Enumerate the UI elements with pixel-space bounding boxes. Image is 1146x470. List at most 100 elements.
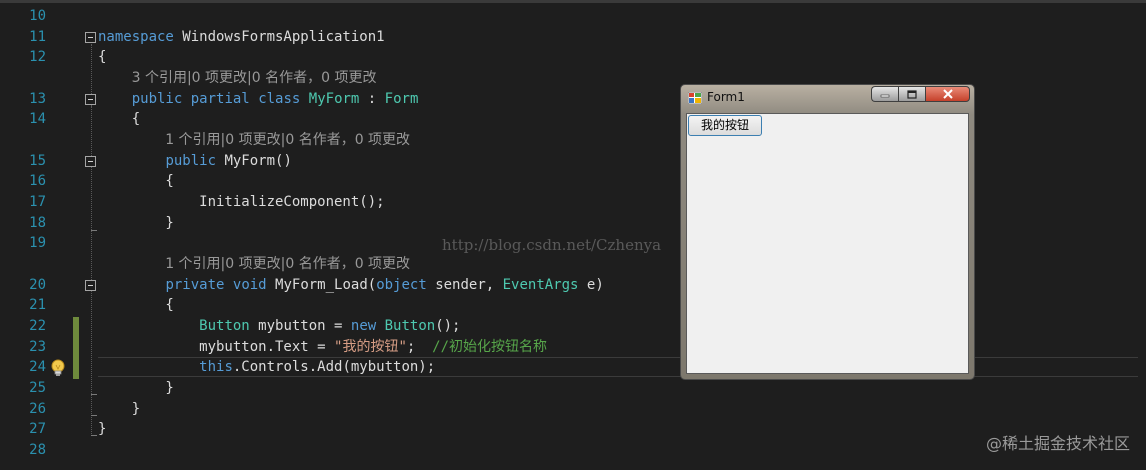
line-number: 16	[29, 173, 46, 190]
line-number: 27	[29, 421, 46, 438]
code-token: {	[98, 173, 174, 190]
minimize-button[interactable]	[871, 86, 898, 102]
code-token: e)	[578, 276, 604, 293]
codelens-info[interactable]: 1 个引用|0 项更改|0 名作者，0 项更改	[165, 254, 410, 274]
code-text[interactable]: {	[98, 171, 174, 191]
code-token: partial	[190, 90, 250, 107]
code-line: 26 }	[0, 399, 1146, 419]
code-token: {	[98, 297, 174, 314]
code-text[interactable]: mybutton.Text = "我的按钮"; //初始化按钮名称	[98, 337, 547, 357]
code-token: class	[258, 90, 301, 107]
code-text[interactable]: {	[98, 47, 106, 67]
code-token: public	[165, 152, 217, 169]
code-token: "我的按钮"	[334, 338, 407, 355]
minimize-icon	[880, 94, 890, 98]
code-line: 10	[0, 6, 1146, 26]
code-text[interactable]: }	[98, 419, 106, 439]
code-token: MyForm()	[216, 152, 292, 169]
line-number: 28	[29, 442, 46, 459]
close-icon	[942, 89, 953, 99]
code-token: ;	[406, 338, 433, 355]
line-number: 21	[29, 297, 46, 314]
code-text[interactable]: {	[98, 295, 174, 315]
code-text[interactable]: Button mybutton = new Button();	[98, 316, 461, 336]
csdn-watermark: http://blog.csdn.net/Czhenya	[442, 236, 662, 254]
codelens-info[interactable]: 1 个引用|0 项更改|0 名作者，0 项更改	[165, 130, 410, 150]
line-number: 17	[29, 194, 46, 211]
code-token: mybutton =	[249, 318, 351, 335]
line-number: 13	[29, 90, 46, 107]
code-token: mybutton.Text =	[98, 338, 335, 355]
code-text[interactable]: }	[98, 378, 174, 398]
close-button[interactable]	[925, 86, 970, 102]
code-text[interactable]: public partial class MyForm : Form	[98, 89, 419, 109]
form-window[interactable]: Form1 我的按钮	[680, 84, 975, 380]
line-number: 15	[29, 152, 46, 169]
codelens-info[interactable]: 3 个引用|0 项更改|0 名作者，0 项更改	[132, 68, 377, 88]
code-token: }	[98, 380, 174, 397]
code-token: void	[232, 276, 267, 293]
code-token: MyForm_Load(	[266, 276, 377, 293]
code-token: object	[376, 276, 427, 293]
code-text[interactable]: }	[98, 213, 174, 233]
maximize-button[interactable]	[898, 86, 925, 102]
code-token: //初始化按钮名称	[432, 338, 548, 355]
code-line: 11 namespace WindowsFormsApplication1	[0, 27, 1146, 47]
code-line: 25 }	[0, 378, 1146, 398]
line-number: 11	[29, 28, 46, 45]
code-token: MyForm	[308, 90, 360, 107]
code-text[interactable]: namespace WindowsFormsApplication1	[98, 27, 385, 47]
code-text[interactable]: {	[98, 109, 140, 129]
code-line: 27}	[0, 419, 1146, 439]
form-client-area: 我的按钮	[686, 113, 969, 374]
line-number: 18	[29, 214, 46, 231]
line-number: 20	[29, 276, 46, 293]
line-number: 22	[29, 318, 46, 335]
line-number: 24	[29, 359, 46, 376]
code-token: {	[98, 49, 107, 66]
code-text[interactable]: InitializeComponent();	[98, 192, 385, 212]
maximize-icon	[907, 89, 917, 99]
form-app-icon	[688, 92, 702, 104]
code-text[interactable]: }	[98, 399, 140, 419]
window-controls	[871, 86, 970, 104]
form-title: Form1	[707, 90, 745, 104]
code-token: {	[98, 111, 141, 128]
code-token: new	[350, 318, 377, 335]
code-text[interactable]: public MyForm()	[98, 151, 292, 171]
code-token: Button	[199, 318, 250, 335]
code-token: sender,	[426, 276, 503, 293]
codelens-row: 3 个引用|0 项更改|0 名作者，0 项更改	[0, 68, 1146, 88]
code-token: InitializeComponent();	[98, 194, 385, 211]
code-token: Form	[384, 90, 419, 107]
code-text[interactable]: private void MyForm_Load(object sender, …	[98, 275, 604, 295]
line-number: 12	[29, 49, 46, 66]
line-number: 26	[29, 400, 46, 417]
code-token: }	[98, 400, 141, 417]
code-token: }	[98, 421, 107, 438]
line-number: 14	[29, 111, 46, 128]
code-token: .Controls.Add(mybutton);	[232, 359, 436, 376]
code-line: 12 {	[0, 47, 1146, 67]
code-token: private	[165, 276, 225, 293]
code-token: public	[131, 90, 183, 107]
code-text[interactable]: this.Controls.Add(mybutton);	[98, 357, 435, 377]
my-button[interactable]: 我的按钮	[688, 115, 762, 136]
code-token: :	[359, 90, 385, 107]
code-token: Button	[384, 318, 436, 335]
line-number: 23	[29, 338, 46, 355]
line-number: 10	[29, 8, 46, 24]
code-token: EventArgs	[502, 276, 579, 293]
code-token: ();	[435, 318, 461, 335]
code-token: }	[98, 214, 174, 231]
